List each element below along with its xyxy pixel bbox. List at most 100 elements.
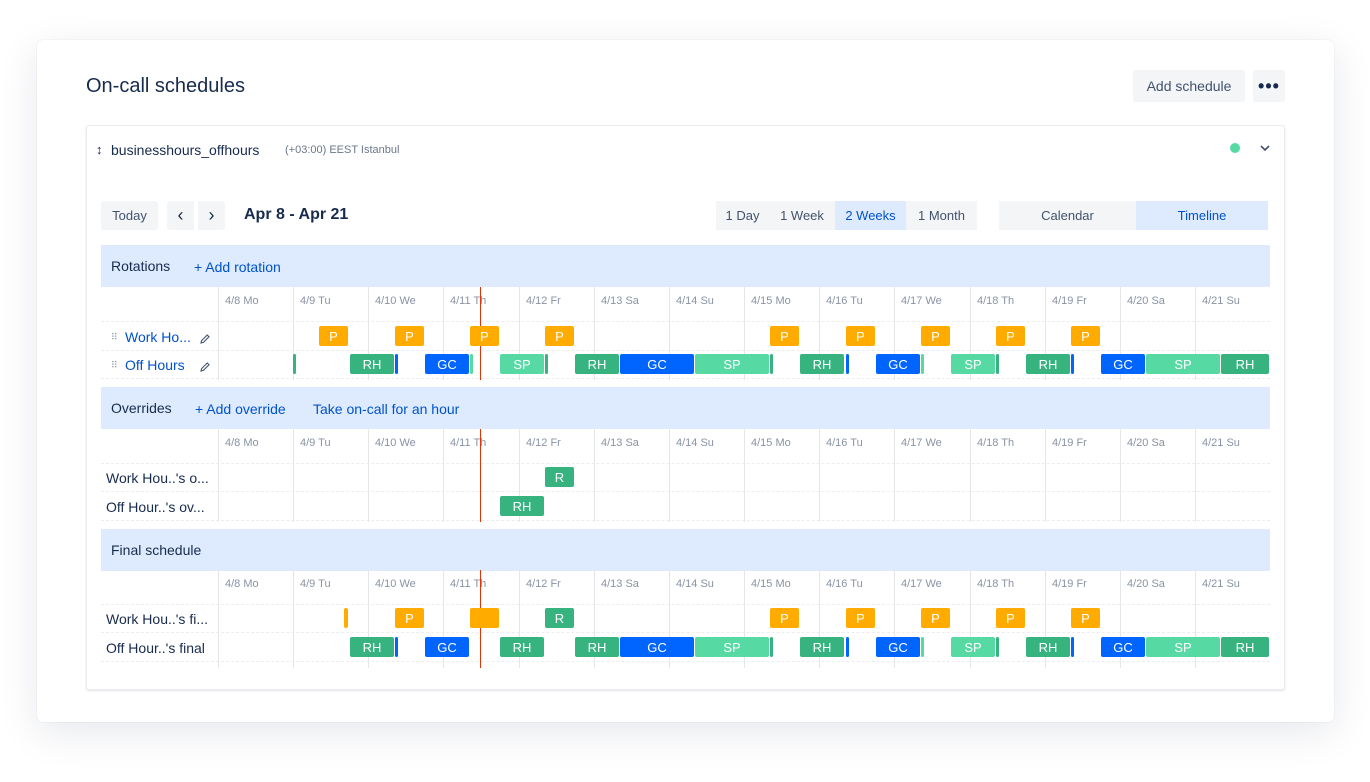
shift-block[interactable]: SP (695, 637, 769, 657)
shift-block[interactable]: RH (1026, 354, 1070, 374)
shift-block[interactable]: RH (1221, 354, 1269, 374)
shift-block[interactable]: GC (1101, 637, 1145, 657)
add-override-link[interactable]: + Add override (195, 401, 286, 417)
range-1-month[interactable]: 1 Month (906, 201, 977, 230)
drag-handle-icon[interactable]: ⠿ (111, 360, 118, 371)
shift-block[interactable]: RH (800, 637, 844, 657)
shift-block[interactable] (921, 637, 924, 657)
day-label: 4/8 Mo (225, 437, 259, 449)
shift-block[interactable] (846, 637, 849, 657)
view-timeline[interactable]: Timeline (1136, 201, 1268, 230)
shift-block[interactable] (545, 354, 548, 374)
shift-block[interactable] (921, 354, 924, 374)
shift-block[interactable]: RH (1026, 637, 1070, 657)
chevron-down-icon[interactable] (1259, 142, 1271, 154)
final-row-label: Off Hour..'s final (106, 640, 205, 656)
take-oncall-link[interactable]: Take on-call for an hour (313, 401, 459, 417)
shift-block[interactable]: SP (500, 354, 544, 374)
shift-block[interactable]: RH (350, 637, 394, 657)
shift-block[interactable] (1071, 354, 1074, 374)
shift-block[interactable] (770, 637, 773, 657)
shift-block[interactable] (344, 608, 348, 628)
shift-block[interactable]: P (846, 608, 875, 628)
shift-block[interactable]: P (846, 326, 875, 346)
shift-block[interactable] (395, 637, 398, 657)
shift-block[interactable]: RH (575, 637, 619, 657)
grid-line (443, 429, 444, 522)
shift-block[interactable] (470, 354, 473, 374)
shift-block[interactable]: GC (620, 637, 694, 657)
day-label: 4/17 We (901, 578, 942, 590)
shift-block[interactable] (293, 354, 296, 374)
next-period-button[interactable]: › (198, 201, 225, 230)
shift-block[interactable]: GC (876, 354, 920, 374)
add-schedule-button[interactable]: Add schedule (1133, 70, 1245, 102)
shift-block[interactable]: P (770, 608, 799, 628)
day-label: 4/18 Th (977, 437, 1015, 449)
grid-divider (101, 661, 1270, 662)
shift-block[interactable] (996, 354, 999, 374)
shift-block[interactable]: P (395, 326, 424, 346)
shift-block[interactable] (996, 637, 999, 657)
day-label: 4/12 Fr (526, 437, 561, 449)
shift-block[interactable]: RH (500, 496, 544, 516)
day-label: 4/12 Fr (526, 295, 561, 307)
sort-arrows-icon[interactable]: ↕ (96, 142, 103, 157)
prev-period-button[interactable]: ‹ (167, 201, 194, 230)
shift-block[interactable]: SP (695, 354, 769, 374)
day-label: 4/18 Th (977, 578, 1015, 590)
shift-block[interactable]: GC (876, 637, 920, 657)
range-2-weeks[interactable]: 2 Weeks (835, 201, 906, 230)
more-options-button[interactable]: ••• (1253, 70, 1285, 102)
shift-block[interactable]: GC (620, 354, 694, 374)
shift-block[interactable]: GC (425, 637, 469, 657)
shift-block[interactable]: P (545, 326, 574, 346)
day-label: 4/17 We (901, 295, 942, 307)
shift-block[interactable]: P (319, 326, 348, 346)
shift-block[interactable]: P (1071, 326, 1100, 346)
status-dot-icon (1230, 143, 1240, 153)
day-label: 4/13 Sa (601, 578, 639, 590)
rotation-work-hours-link[interactable]: Work Ho... (125, 329, 191, 345)
day-label: 4/16 Tu (826, 578, 863, 590)
grid-divider (101, 321, 1270, 322)
add-rotation-link[interactable]: + Add rotation (194, 259, 281, 275)
shift-block[interactable]: SP (1146, 354, 1220, 374)
shift-block[interactable]: P (921, 326, 950, 346)
edit-pencil-icon[interactable] (199, 333, 211, 345)
shift-block[interactable]: SP (1146, 637, 1220, 657)
range-1-week[interactable]: 1 Week (769, 201, 835, 230)
shift-block[interactable]: GC (1101, 354, 1145, 374)
shift-block[interactable]: P (921, 608, 950, 628)
edit-pencil-icon[interactable] (199, 361, 211, 373)
shift-block[interactable]: RH (800, 354, 844, 374)
shift-block[interactable] (395, 354, 398, 374)
shift-block[interactable]: R (545, 467, 574, 487)
shift-block[interactable]: P (996, 608, 1025, 628)
shift-block[interactable]: RH (1221, 637, 1269, 657)
shift-block[interactable]: SP (951, 354, 995, 374)
final-row-label: Work Hou..'s fi... (106, 611, 208, 627)
drag-handle-icon[interactable]: ⠿ (111, 332, 118, 343)
date-range: Apr 8 - Apr 21 (244, 206, 349, 223)
shift-block[interactable]: P (770, 326, 799, 346)
grid-line (594, 429, 595, 522)
rotation-off-hours-link[interactable]: Off Hours (125, 357, 185, 373)
view-calendar[interactable]: Calendar (999, 201, 1136, 230)
shift-block[interactable]: R (545, 608, 574, 628)
shift-block[interactable]: P (996, 326, 1025, 346)
shift-block[interactable] (470, 608, 499, 628)
shift-block[interactable]: P (395, 608, 424, 628)
shift-block[interactable]: RH (575, 354, 619, 374)
shift-block[interactable]: P (1071, 608, 1100, 628)
shift-block[interactable] (1071, 637, 1074, 657)
shift-block[interactable]: P (470, 326, 499, 346)
shift-block[interactable]: SP (951, 637, 995, 657)
range-1-day[interactable]: 1 Day (716, 201, 769, 230)
today-button[interactable]: Today (101, 201, 158, 230)
shift-block[interactable]: RH (500, 637, 544, 657)
shift-block[interactable]: GC (425, 354, 469, 374)
shift-block[interactable] (770, 354, 773, 374)
shift-block[interactable] (846, 354, 849, 374)
shift-block[interactable]: RH (350, 354, 394, 374)
